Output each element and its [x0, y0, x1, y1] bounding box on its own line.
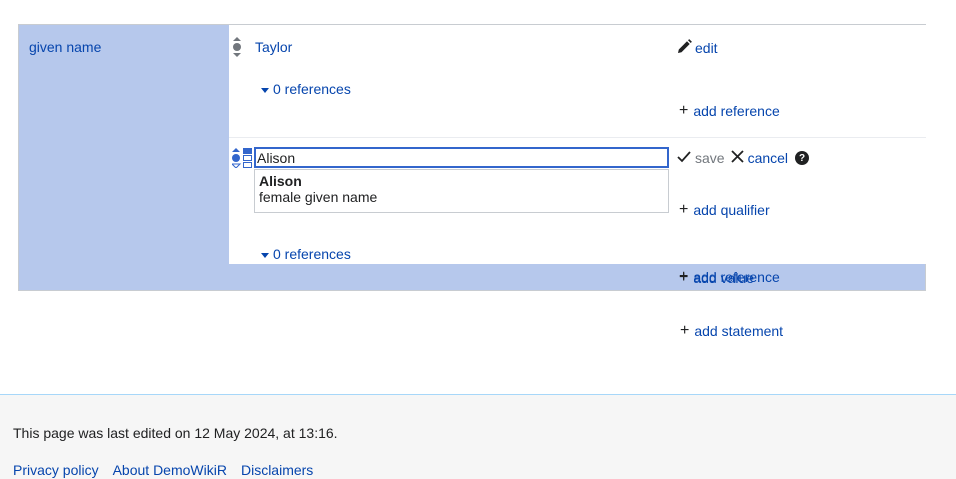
plus-icon: +	[679, 269, 689, 286]
page-footer: This page was last edited on 12 May 2024…	[0, 394, 956, 479]
statement-group: given name Taylor edit 0 references + ad…	[18, 24, 926, 291]
pencil-icon	[677, 39, 692, 57]
references-toggle-label[interactable]: 0 references	[273, 246, 351, 262]
save-button[interactable]: save	[695, 150, 725, 166]
add-qualifier-button[interactable]: + add qualifier	[679, 201, 770, 219]
edit-toolbar: edit	[677, 39, 718, 57]
rank-and-snaktype-selectors	[230, 148, 254, 169]
statement-list: Taylor edit 0 references + add reference…	[229, 25, 926, 285]
edit-toolbar: save cancel ?	[677, 150, 810, 166]
footer-link-about[interactable]: About DemoWikiR	[113, 462, 227, 478]
footer-link-privacy[interactable]: Privacy policy	[13, 462, 99, 478]
plus-icon: +	[679, 201, 689, 218]
add-reference-button[interactable]: + add reference	[679, 102, 780, 120]
add-value-button[interactable]: + add value	[679, 269, 754, 287]
last-edited-text: This page was last edited on 12 May 2024…	[13, 425, 338, 441]
snak-type-selector-icon[interactable]	[243, 148, 252, 168]
footer-links: Privacy policy About DemoWikiR Disclaime…	[13, 462, 313, 478]
references-toggle[interactable]: 0 references	[261, 81, 351, 97]
add-reference-label[interactable]: add reference	[693, 103, 779, 119]
plus-icon: +	[680, 322, 690, 339]
help-icon[interactable]: ?	[795, 151, 810, 165]
add-statement-button[interactable]: + add statement	[680, 322, 783, 340]
footer-link-disclaimers[interactable]: Disclaimers	[241, 462, 313, 478]
suggestion-label: Alison	[259, 173, 302, 189]
triangle-down-icon	[261, 246, 269, 262]
statement-editing: Alison female given name save cancel ? +…	[229, 137, 926, 285]
edit-button[interactable]: edit	[695, 40, 718, 56]
statement-taylor: Taylor edit 0 references + add reference	[229, 25, 926, 138]
add-value-label[interactable]: add value	[693, 270, 754, 286]
add-qualifier-label[interactable]: add qualifier	[693, 202, 769, 218]
close-icon	[730, 150, 744, 166]
references-toggle-label[interactable]: 0 references	[273, 81, 351, 97]
property-label-link[interactable]: given name	[29, 39, 101, 55]
add-statement-label[interactable]: add statement	[694, 323, 783, 339]
entity-suggestion-dropdown[interactable]: Alison female given name	[254, 169, 669, 213]
references-toggle[interactable]: 0 references	[261, 246, 351, 262]
rank-selector-icon[interactable]	[232, 36, 242, 58]
value-input[interactable]	[254, 147, 669, 168]
cancel-button[interactable]: cancel	[748, 150, 788, 166]
statement-value-link[interactable]: Taylor	[255, 39, 292, 55]
triangle-down-icon	[261, 81, 269, 97]
checkmark-icon	[677, 150, 691, 166]
plus-icon: +	[679, 102, 689, 119]
suggestion-description: female given name	[259, 189, 378, 205]
rank-selector-icon[interactable]	[230, 148, 242, 169]
